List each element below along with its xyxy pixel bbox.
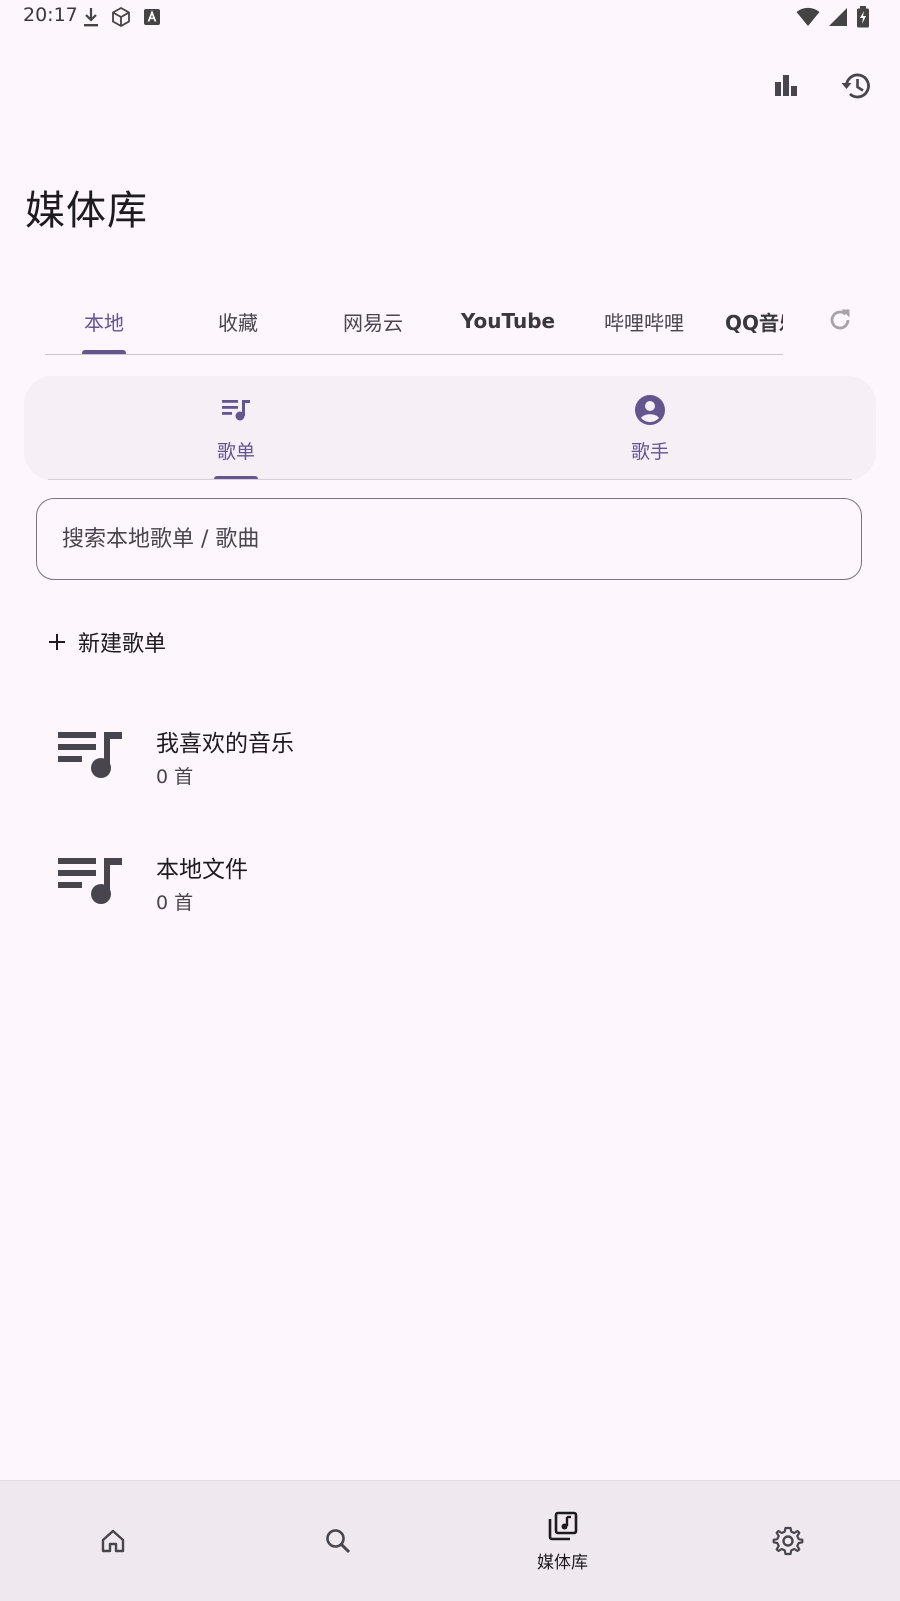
queue-music-icon xyxy=(222,400,250,421)
gear-icon xyxy=(772,1526,803,1556)
page-title: 媒体库 xyxy=(25,188,148,234)
status-icons-right xyxy=(796,6,870,28)
playlist-row[interactable]: 我喜欢的音乐 0 首 xyxy=(0,706,900,816)
playlist-name: 我喜欢的音乐 xyxy=(156,731,294,757)
nav-search[interactable] xyxy=(225,1481,450,1601)
bottom-navigation: 媒体库 xyxy=(0,1480,900,1601)
sub-tab-playlists[interactable]: 歌单 xyxy=(136,376,336,480)
home-icon xyxy=(101,1529,124,1553)
refresh-button[interactable] xyxy=(822,302,858,338)
playlist-count: 0 首 xyxy=(156,766,194,788)
playlist-name: 本地文件 xyxy=(156,857,248,883)
sub-tab-divider xyxy=(48,478,852,480)
tab-local[interactable]: 本地 xyxy=(45,290,171,352)
equalizer-button[interactable] xyxy=(762,62,810,110)
bar-chart-icon xyxy=(775,75,797,96)
history-icon xyxy=(841,73,870,99)
nav-settings[interactable] xyxy=(675,1481,900,1601)
signal-icon xyxy=(829,8,847,26)
tab-netease[interactable]: 网易云 xyxy=(306,290,440,352)
wifi-icon xyxy=(796,7,820,26)
status-time: 20:17 xyxy=(23,4,78,26)
refresh-icon xyxy=(830,309,850,330)
playlist-row[interactable]: 本地文件 0 首 xyxy=(0,832,900,942)
active-tab-indicator xyxy=(82,350,126,354)
plus-icon xyxy=(49,634,65,650)
queue-music-icon xyxy=(58,858,122,904)
nav-home[interactable] xyxy=(0,1481,225,1601)
search-field[interactable] xyxy=(36,498,862,580)
download-icon xyxy=(84,8,98,27)
queue-music-icon xyxy=(58,732,122,778)
search-icon xyxy=(325,1529,350,1554)
sub-tab-artists[interactable]: 歌手 xyxy=(550,376,750,480)
library-music-icon xyxy=(548,1511,577,1540)
history-button[interactable] xyxy=(833,62,881,110)
tab-bilibili[interactable]: 哔哩哔哩 xyxy=(577,290,711,352)
playlist-count: 0 首 xyxy=(156,892,194,914)
search-input[interactable] xyxy=(60,525,824,553)
nav-library-label: 媒体库 xyxy=(537,1552,588,1573)
source-tab-bar: 本地 收藏 网易云 YouTube 哔哩哔哩 QQ音乐 xyxy=(45,290,783,355)
account-circle-icon xyxy=(635,395,665,425)
new-playlist-label: 新建歌单 xyxy=(78,632,167,657)
tab-youtube[interactable]: YouTube xyxy=(441,290,575,352)
status-bar: 20:17 xyxy=(0,0,900,34)
status-icons-left xyxy=(82,6,162,28)
sub-tab-label: 歌手 xyxy=(630,441,669,463)
sub-tab-card: 歌单 歌手 xyxy=(24,376,876,480)
keyboard-a-icon xyxy=(144,9,160,25)
package-icon xyxy=(112,6,130,28)
battery-charging-icon xyxy=(857,6,869,28)
tab-favorites[interactable]: 收藏 xyxy=(171,290,305,352)
nav-library[interactable]: 媒体库 xyxy=(450,1481,675,1601)
new-playlist-button[interactable]: 新建歌单 xyxy=(46,622,166,662)
sub-tab-label: 歌单 xyxy=(216,441,255,463)
tab-qq-music[interactable]: QQ音乐 xyxy=(725,290,783,352)
